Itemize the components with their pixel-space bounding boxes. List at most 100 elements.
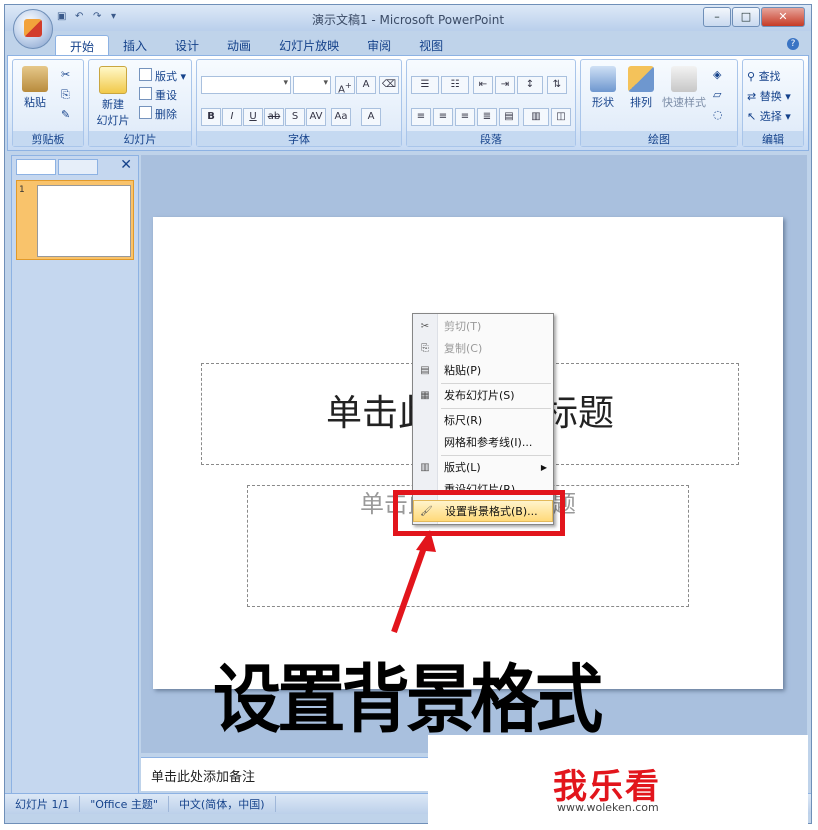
shapes-button[interactable]: 形状: [585, 66, 621, 110]
tab-review[interactable]: 审阅: [353, 35, 405, 57]
paragraph-group-label: 段落: [407, 131, 575, 146]
grow-font-icon[interactable]: A+: [335, 76, 355, 95]
smartart-icon[interactable]: ◫: [551, 108, 571, 126]
status-slide-count: 幻灯片 1/1: [5, 796, 81, 812]
replace-label: 替换: [759, 90, 782, 103]
menu-item-grid-guides[interactable]: 网格和参考线(I)...: [413, 432, 553, 454]
drawing-group: 形状 排列 快速样式 ◈ ▱ ◌ 绘图: [580, 59, 738, 147]
arrange-button[interactable]: 排列: [623, 66, 659, 110]
clipboard-group: 粘贴 ✂ ⎘ ✎ 剪贴板: [12, 59, 84, 147]
line-spacing-icon[interactable]: ↕: [517, 76, 543, 94]
copy-icon[interactable]: ⎘: [61, 88, 70, 102]
distribute-icon[interactable]: ▤: [499, 108, 519, 126]
format-painter-icon[interactable]: ✎: [61, 108, 70, 121]
menu-item-paste[interactable]: ▤ 粘贴(P): [413, 360, 553, 382]
menu-separator: [441, 455, 551, 456]
menu-item-copy[interactable]: ⎘ 复制(C): [413, 338, 553, 360]
bold-icon[interactable]: B: [201, 108, 221, 126]
increase-indent-icon[interactable]: ⇥: [495, 76, 515, 94]
maximize-button[interactable]: □: [732, 7, 760, 27]
columns-icon[interactable]: ▥: [523, 108, 549, 126]
text-direction-icon[interactable]: ⇅: [547, 76, 567, 94]
tab-animations[interactable]: 动画: [213, 35, 265, 57]
justify-icon[interactable]: ≣: [477, 108, 497, 126]
slide-thumbnail-selected[interactable]: 1: [16, 180, 134, 260]
menu-item-ruler[interactable]: 标尺(R): [413, 410, 553, 432]
reset-button[interactable]: 重设: [139, 87, 177, 103]
layout-button[interactable]: 版式 ▾: [139, 68, 186, 84]
submenu-arrow-icon: ▶: [540, 463, 547, 472]
window-title: 演示文稿1 - Microsoft PowerPoint: [311, 13, 505, 27]
align-center-icon[interactable]: ≡: [433, 108, 453, 126]
slides-tab[interactable]: [16, 159, 56, 175]
drawing-group-label: 绘图: [581, 131, 737, 146]
ribbon-tabs: 开始 插入 设计 动画 幻灯片放映 审阅 视图: [55, 35, 457, 57]
italic-icon[interactable]: I: [222, 108, 242, 126]
slides-panel: ✕ 1: [11, 155, 139, 795]
strikethrough-icon[interactable]: ab: [264, 108, 284, 126]
font-group-label: 字体: [197, 131, 401, 146]
editing-group: ⚲ 查找 ⇄ 替换 ▾ ↖ 选择 ▾ 编辑: [742, 59, 804, 147]
outline-tab[interactable]: [58, 159, 98, 175]
panel-close-icon[interactable]: ✕: [120, 157, 132, 173]
find-button[interactable]: ⚲ 查找: [747, 68, 781, 84]
new-slide-label-2: 幻灯片: [96, 114, 130, 127]
font-color-icon[interactable]: A: [361, 108, 381, 126]
align-right-icon[interactable]: ≡: [455, 108, 475, 126]
layout-label: 版式: [155, 70, 177, 83]
menu-item-label: 剪切(T): [444, 320, 482, 333]
underline-icon[interactable]: U: [243, 108, 263, 126]
minimize-button[interactable]: –: [703, 7, 731, 27]
tab-design[interactable]: 设计: [161, 35, 213, 57]
shrink-font-icon[interactable]: A: [356, 76, 376, 94]
font-size-combo[interactable]: [293, 76, 331, 94]
paste-button[interactable]: 粘贴: [17, 66, 53, 110]
reset-label: 重设: [155, 89, 177, 102]
align-left-icon[interactable]: ≡: [411, 108, 431, 126]
close-button[interactable]: ✕: [761, 7, 805, 27]
title-bar: ▣ ↶ ↷ ▾ 演示文稿1 - Microsoft PowerPoint – □…: [5, 5, 811, 31]
menu-item-layout[interactable]: ▥ 版式(L) ▶: [413, 457, 553, 479]
clipboard-group-label: 剪贴板: [13, 131, 83, 146]
shadow-icon[interactable]: S: [285, 108, 305, 126]
font-name-combo[interactable]: [201, 76, 291, 94]
quick-styles-icon: [671, 66, 697, 92]
clear-format-icon[interactable]: ⌫: [379, 76, 399, 94]
select-button[interactable]: ↖ 选择 ▾: [747, 108, 791, 124]
slide-thumbnail[interactable]: [37, 185, 131, 257]
status-language[interactable]: 中文(简体，中国): [169, 796, 276, 812]
publish-icon: ▦: [420, 390, 430, 401]
editing-group-label: 编辑: [743, 131, 803, 146]
menu-item-publish-slides[interactable]: ▦ 发布幻灯片(S): [413, 385, 553, 407]
new-slide-label-1: 新建: [102, 98, 124, 111]
reset-icon: [139, 87, 152, 100]
watermark-url: www.woleken.com: [557, 801, 659, 814]
char-spacing-icon[interactable]: AV: [306, 108, 326, 126]
new-slide-button[interactable]: 新建 幻灯片: [93, 66, 133, 128]
change-case-icon[interactable]: Aa: [331, 108, 351, 126]
paste-label: 粘贴: [24, 96, 46, 109]
delete-button[interactable]: 删除: [139, 106, 177, 122]
cut-icon[interactable]: ✂: [61, 68, 70, 81]
decrease-indent-icon[interactable]: ⇤: [473, 76, 493, 94]
help-icon[interactable]: ?: [787, 38, 799, 50]
tab-slideshow[interactable]: 幻灯片放映: [265, 35, 353, 57]
shape-outline-icon[interactable]: ▱: [713, 88, 721, 101]
menu-item-label: 版式(L): [444, 461, 481, 474]
font-group: A+ A ⌫ B I U ab S AV Aa A 字体: [196, 59, 402, 147]
red-arrow-icon: [391, 530, 436, 634]
bullets-icon[interactable]: ☰: [411, 76, 439, 94]
replace-button[interactable]: ⇄ 替换 ▾: [747, 88, 791, 104]
tab-home[interactable]: 开始: [55, 35, 110, 57]
shape-effects-icon[interactable]: ◌: [713, 108, 723, 121]
quick-styles-button[interactable]: 快速样式: [661, 66, 707, 110]
numbering-icon[interactable]: ☷: [441, 76, 469, 94]
shape-fill-icon[interactable]: ◈: [713, 68, 721, 81]
menu-item-cut[interactable]: ✂ 剪切(T): [413, 316, 553, 338]
tab-view[interactable]: 视图: [405, 35, 457, 57]
office-button[interactable]: [13, 9, 53, 49]
arrange-icon: [628, 66, 654, 92]
tab-insert[interactable]: 插入: [109, 35, 161, 57]
paragraph-group: ☰ ☷ ⇤ ⇥ ↕ ⇅ ≡ ≡ ≡ ≣ ▤ ▥ ◫ 段落: [406, 59, 576, 147]
replace-icon: ⇄: [747, 90, 757, 103]
